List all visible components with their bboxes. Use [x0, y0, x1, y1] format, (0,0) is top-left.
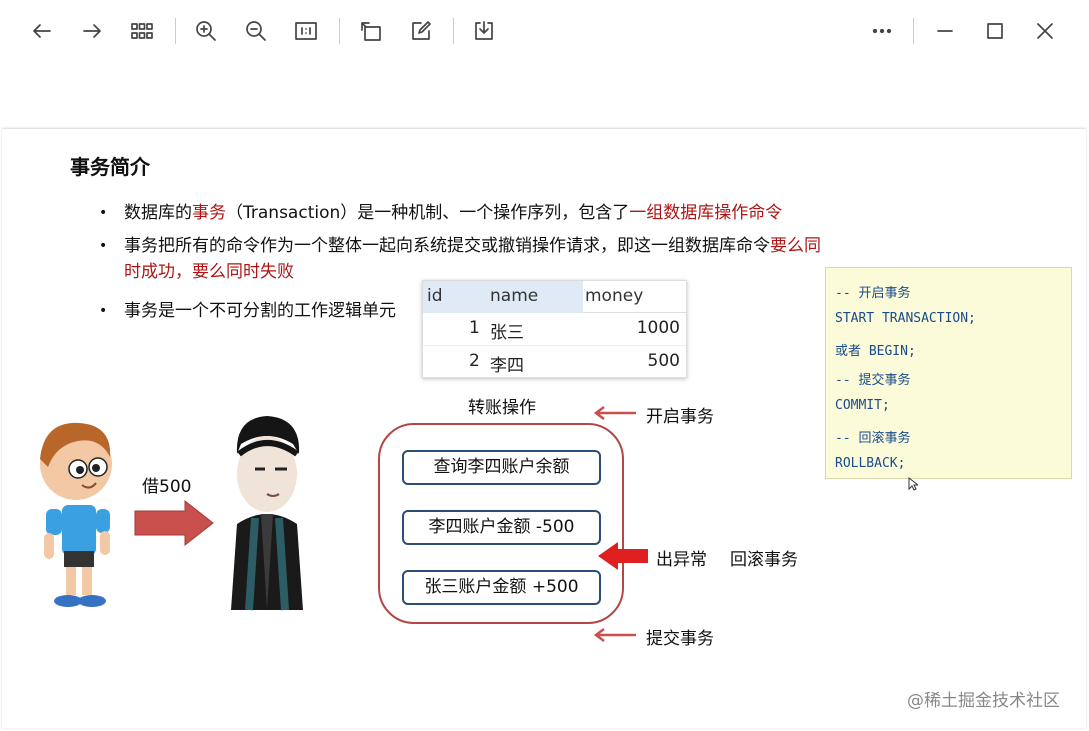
cell-name: 李四	[490, 356, 524, 376]
close-icon[interactable]	[1028, 14, 1062, 48]
start-transaction-label: 开启事务	[646, 407, 714, 427]
toolbar-divider	[339, 18, 340, 44]
bullet-1-highlight: 事务	[192, 203, 226, 223]
download-icon[interactable]	[467, 14, 501, 48]
watermark: @稀土掘金技术社区	[907, 691, 1060, 711]
header-name: name	[490, 286, 539, 306]
code-line: -- 开启事务	[835, 286, 911, 301]
bullet-dot: •	[99, 205, 108, 221]
sql-code-box: -- 开启事务 START TRANSACTION; 或者 BEGIN; -- …	[825, 267, 1072, 479]
cell-id: 2	[469, 351, 480, 371]
cell-name: 张三	[490, 323, 524, 343]
boy-figure-icon	[40, 422, 112, 607]
exception-arrow-icon	[598, 542, 648, 570]
transfer-arrow-icon	[134, 499, 214, 547]
zoom-out-icon[interactable]	[239, 14, 273, 48]
code-line: COMMIT;	[835, 398, 890, 413]
bullet-1-highlight-2: 一组数据库操作命令	[629, 203, 783, 223]
transaction-flow-box: 查询李四账户余额 李四账户金额 -500 张三账户金额 +500	[378, 423, 624, 624]
maximize-icon[interactable]	[978, 14, 1012, 48]
rollback-label: 回滚事务	[730, 550, 798, 570]
edit-icon[interactable]	[404, 14, 438, 48]
rotate-icon[interactable]	[354, 14, 388, 48]
code-line: ROLLBACK;	[835, 456, 906, 471]
step-credit: 张三账户金额 +500	[402, 570, 601, 605]
start-arrow-icon	[593, 406, 636, 420]
step-query-balance: 查询李四账户余额	[402, 450, 601, 485]
bullet-dot: •	[99, 238, 108, 254]
commit-label: 提交事务	[646, 629, 714, 649]
mouse-cursor-icon	[908, 477, 918, 491]
cell-id: 1	[469, 318, 480, 338]
viewer-toolbar	[0, 0, 1089, 128]
flow-title: 转账操作	[468, 398, 536, 418]
table-row: 1 张三 1000	[423, 313, 686, 346]
toolbar-divider	[175, 18, 176, 44]
step-debit: 李四账户金额 -500	[402, 510, 601, 545]
bullet-1-text: 数据库的	[124, 203, 192, 223]
cell-money: 500	[647, 351, 680, 371]
toolbar-divider	[913, 18, 914, 44]
man-figure-icon	[231, 416, 303, 611]
more-icon[interactable]	[865, 14, 899, 48]
code-line: START TRANSACTION;	[835, 311, 976, 326]
back-icon[interactable]	[25, 14, 59, 48]
code-line: -- 回滚事务	[835, 431, 911, 446]
slide-page: 事务简介 • 数据库的事务（Transaction）是一种机制、一个操作序列，包…	[2, 128, 1086, 728]
bullet-dot: •	[99, 303, 108, 319]
minimize-icon[interactable]	[928, 14, 962, 48]
bullet-3-text: 事务是一个不可分割的工作逻辑单元	[124, 301, 396, 321]
slide-title: 事务简介	[70, 155, 150, 179]
cell-money: 1000	[636, 318, 680, 338]
actual-size-icon[interactable]	[289, 14, 323, 48]
code-line: 或者 BEGIN;	[835, 344, 916, 359]
bullet-2-highlight: 要么同	[770, 236, 821, 256]
borrow-label: 借500	[142, 477, 192, 497]
bullet-1: • 数据库的事务（Transaction）是一种机制、一个操作序列，包含了一组数…	[99, 200, 783, 226]
bullet-2-text: 事务把所有的命令作为一个整体一起向系统提交或撤销操作请求，即这一组数据库命令	[124, 236, 770, 256]
bullet-3: • 事务是一个不可分割的工作逻辑单元	[99, 298, 396, 324]
account-table: id name money 1 张三 1000 2 李四 500	[422, 280, 687, 378]
forward-icon[interactable]	[75, 14, 109, 48]
code-line: -- 提交事务	[835, 373, 911, 388]
table-row: 2 李四 500	[423, 346, 686, 379]
header-id: id	[427, 286, 443, 306]
zoom-in-icon[interactable]	[189, 14, 223, 48]
table-header: id name money	[423, 281, 686, 313]
exception-label: 出异常	[656, 550, 707, 570]
commit-arrow-icon	[593, 628, 636, 642]
toolbar-divider	[453, 18, 454, 44]
bullet-1-text-2: （Transaction）是一种机制、一个操作序列，包含了	[226, 203, 630, 223]
bullet-2: • 事务把所有的命令作为一个整体一起向系统提交或撤销操作请求，即这一组数据库命令…	[99, 233, 894, 285]
header-money: money	[585, 286, 644, 306]
bullet-2-highlight-2: 时成功，要么同时失败	[124, 262, 294, 282]
grid-icon[interactable]	[125, 14, 159, 48]
